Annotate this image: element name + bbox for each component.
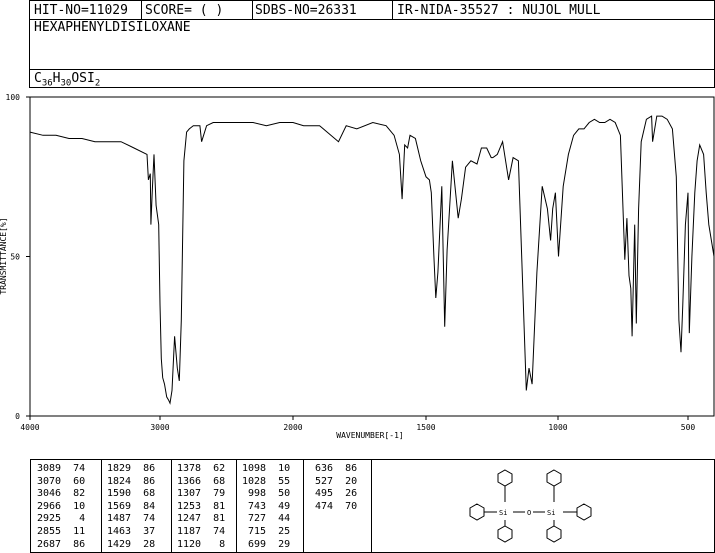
- peak-entry: 998 50: [242, 488, 291, 500]
- peak-entry: 3089 74: [37, 463, 86, 474]
- header-divider: [392, 1, 393, 19]
- formula-rule: [30, 69, 714, 70]
- x-tick-label: 500: [681, 423, 696, 432]
- y-tick-label: 0: [15, 412, 20, 421]
- peak-entry: 1253 81: [177, 500, 226, 512]
- peak-column-5: 636 86 527 20 495 26 474 70: [309, 463, 357, 513]
- peak-entry: 1463 37: [107, 525, 156, 537]
- molecular-structure: Si O Si: [469, 469, 592, 543]
- peak-entry: 3070 60: [37, 475, 86, 487]
- formula-osi: OSI: [71, 71, 95, 86]
- peak-entry: 2687 86: [37, 538, 86, 550]
- peak-entry: 2966 10: [37, 500, 86, 512]
- peak-table-box: 3089 74 3070 60 3046 82 2966 10 2925 4 2855 1…: [30, 459, 715, 553]
- formula-h: H: [52, 71, 61, 86]
- peak-entry: 1824 86: [107, 475, 156, 487]
- phenyl-ring-top-right: [546, 469, 562, 487]
- peak-entry: 699 29: [242, 538, 291, 550]
- peak-entry: 1307 79: [177, 488, 226, 500]
- phenyl-ring-left: [469, 503, 485, 521]
- ir-spectrum-chart: 4000 3000 2000 1500 1000 500 0 50 100 WAVENUMBER…: [0, 93, 715, 440]
- header-box: HIT-NO=11029 SCORE= ( ) SDBS-NO=26331 IR…: [29, 0, 715, 89]
- peak-entry: 1098 10: [242, 463, 291, 474]
- header-divider: [141, 1, 142, 19]
- atom-si-right: Si: [547, 509, 555, 517]
- x-tick-label: 3000: [150, 423, 169, 432]
- ir-nida: IR-NIDA-35527 : NUJOL MULL: [397, 3, 601, 18]
- peak-entry: 1366 68: [177, 475, 226, 487]
- peak-entry: 2855 11: [37, 525, 86, 537]
- y-tick-label: 50: [10, 253, 20, 262]
- y-tick-label: 100: [6, 93, 21, 102]
- y-axis-label: TRANSMITTANCE[%]: [0, 217, 8, 294]
- peak-entry: 727 44: [242, 513, 291, 525]
- peak-entry: 1569 84: [107, 500, 156, 512]
- peak-entry: 1429 28: [107, 538, 156, 550]
- peak-entry: 715 25: [242, 525, 291, 537]
- peak-column-3: 1378 62 1366 68 1307 79 1253 81 1247 81 1187 …: [177, 463, 225, 551]
- atom-o: O: [527, 509, 531, 517]
- phenyl-ring-bottom-left: [497, 525, 513, 543]
- peak-entry: 3046 82: [37, 488, 86, 500]
- peak-column-2: 1829 86 1824 86 1590 68 1569 84 1487 74 1463 …: [107, 463, 155, 551]
- peak-entry: 495 26: [309, 488, 358, 500]
- compound-name: HEXAPHENYLDISILOXANE: [34, 20, 191, 35]
- spectrum-series-line: [29, 115, 715, 405]
- peak-entry: 743 49: [242, 500, 291, 512]
- table-divider: [236, 460, 237, 552]
- table-divider: [371, 460, 372, 552]
- header-divider: [252, 1, 253, 19]
- sdbs-no: SDBS-NO=26331: [255, 3, 357, 18]
- peak-column-4: 1098 10 1028 55 998 50 743 49 727 44 715 …: [242, 463, 290, 551]
- peak-entry: 1378 62: [177, 463, 226, 474]
- peak-column-1: 3089 74 3070 60 3046 82 2966 10 2925 4 2855 1…: [37, 463, 85, 551]
- peak-entry: 1487 74: [107, 513, 156, 525]
- x-tick-label: 2000: [283, 423, 302, 432]
- x-axis-label: WAVENUMBER[-1]: [336, 431, 403, 440]
- phenyl-ring-top-left: [497, 469, 513, 487]
- peak-entry: 474 70: [309, 500, 358, 512]
- peak-entry: 1829 86: [107, 463, 156, 474]
- x-tick-label: 4000: [20, 423, 39, 432]
- phenyl-ring-bottom-right: [546, 525, 562, 543]
- peak-entry: 527 20: [309, 475, 358, 487]
- plot-frame: [29, 96, 715, 417]
- atom-si-left: Si: [499, 509, 507, 517]
- x-tick-label: 1500: [416, 423, 435, 432]
- peak-entry: 1247 81: [177, 513, 226, 525]
- x-tick-label: 1000: [548, 423, 567, 432]
- peak-entry: 2925 4: [37, 513, 86, 525]
- table-divider: [101, 460, 102, 552]
- phenyl-ring-right: [576, 503, 592, 521]
- table-divider: [171, 460, 172, 552]
- hit-no: HIT-NO=11029: [34, 3, 128, 18]
- peak-entry: 1120 8: [177, 538, 226, 550]
- peak-entry: 1187 74: [177, 525, 226, 537]
- peak-entry: 636 86: [309, 463, 358, 474]
- score: SCORE= ( ): [145, 3, 224, 18]
- formula-c: C: [34, 71, 42, 86]
- peak-entry: 1028 55: [242, 475, 291, 487]
- table-divider: [303, 460, 304, 552]
- peak-entry: 1590 68: [107, 488, 156, 500]
